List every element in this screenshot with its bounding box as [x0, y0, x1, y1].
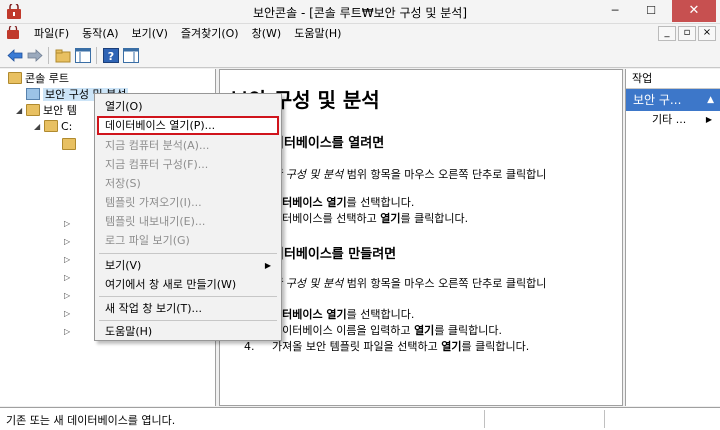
- actions-group-security[interactable]: 보안 구... ▲: [626, 89, 720, 111]
- ctx-open[interactable]: 열기(O): [97, 97, 279, 116]
- ctx-new-taskpad[interactable]: 새 작업 창 보기(T)...: [97, 299, 279, 318]
- create-step-3: 데이터베이스 이름을 입력하고 열기를 클릭합니다.: [272, 322, 502, 338]
- ctx-view-log[interactable]: 로그 파일 보기(G): [97, 231, 279, 250]
- forward-arrow-icon[interactable]: [26, 47, 44, 64]
- create-step-4-rest: 를 클릭합니다.: [461, 340, 530, 353]
- expand-chevron-icon[interactable]: ▷: [64, 288, 70, 304]
- create-step-1: 안 구성 및 분석 범위 항목을 마우스 오른쪽 단추로 클릭합니: [272, 275, 546, 291]
- svg-text:?: ?: [108, 50, 114, 63]
- folder-icon: [44, 120, 58, 132]
- template-folder-icon: [26, 104, 40, 116]
- create-step-4-bold: 열기: [441, 340, 462, 353]
- open-db-heading: 이터베이스를 열려면: [272, 136, 385, 151]
- status-text: 기존 또는 새 데이터베이스를 엽니다.: [6, 414, 176, 427]
- ctx-analyze-now[interactable]: 지금 컴퓨터 분석(A)...: [97, 136, 279, 155]
- submenu-arrow-icon: ▶: [705, 115, 712, 124]
- show-hide-tree-icon[interactable]: [74, 47, 92, 64]
- ctx-save[interactable]: 저장(S): [97, 174, 279, 193]
- collapse-chevron-icon[interactable]: ◢: [16, 103, 22, 119]
- expand-chevron-icon[interactable]: ▷: [64, 324, 70, 340]
- create-step-2-text: 를 선택합니다.: [346, 308, 415, 321]
- collapse-chevron-icon[interactable]: ◢: [34, 119, 40, 135]
- tree-item-security-templates[interactable]: 보안 템: [26, 103, 77, 119]
- actions-item-label: 기타 ...: [652, 113, 687, 126]
- expand-chevron-icon[interactable]: ▷: [64, 234, 70, 250]
- actions-header: 작업: [626, 69, 720, 89]
- open-step-1: 안 구성 및 분석 범위 항목을 마우스 오른쪽 단추로 클릭합니: [272, 166, 546, 182]
- create-step-1-text: 범위 항목을 마우스 오른쪽 단추로 클릭합니: [343, 277, 547, 290]
- close-button[interactable]: ✕: [672, 0, 716, 22]
- create-step-4-num: 4.: [244, 340, 255, 353]
- ctx-configure-now[interactable]: 지금 컴퓨터 구성(F)...: [97, 155, 279, 174]
- status-separator: [604, 410, 605, 428]
- help-icon[interactable]: ?: [102, 47, 120, 64]
- expand-chevron-icon[interactable]: ▷: [64, 270, 70, 286]
- create-step-3-bold: 열기: [414, 324, 435, 337]
- create-step-3-rest: 를 클릭합니다.: [434, 324, 503, 337]
- create-step-2: 이터베이스 열기를 선택합니다.: [272, 306, 414, 322]
- collapse-up-icon[interactable]: ▲: [707, 89, 714, 111]
- actions-pane: 작업 보안 구... ▲ 기타 ... ▶: [625, 69, 720, 406]
- toolbar: ?: [0, 43, 720, 68]
- folder-icon: [62, 138, 76, 150]
- child-close-button[interactable]: ×: [698, 26, 716, 41]
- status-bar: 기존 또는 새 데이터베이스를 엽니다.: [0, 407, 720, 430]
- minimize-button[interactable]: ─: [600, 0, 630, 22]
- tree-item-templates-path[interactable]: C:: [44, 119, 72, 135]
- menu-bar: 파일(F) 동작(A) 보기(V) 즐겨찾기(O) 창(W) 도움말(H) _ …: [0, 24, 720, 43]
- ctx-view[interactable]: 보기(V) ▶: [97, 256, 279, 275]
- status-separator: [484, 410, 485, 428]
- open-step-1-text: 범위 항목을 마우스 오른쪽 단추로 클릭합니: [343, 168, 547, 181]
- maximize-button[interactable]: ☐: [636, 0, 666, 22]
- ctx-separator: [99, 320, 277, 321]
- menu-file[interactable]: 파일(F): [28, 26, 76, 41]
- tree-item-console-root[interactable]: 콘솔 루트: [8, 71, 69, 87]
- child-restore-button[interactable]: ▫: [678, 26, 696, 41]
- toolbar-separator: [96, 47, 97, 64]
- create-step-4-text: 가져올 보안 템플릿 파일을 선택하고: [271, 340, 442, 353]
- expand-chevron-icon[interactable]: ▷: [64, 216, 70, 232]
- back-arrow-icon[interactable]: [6, 47, 24, 64]
- ctx-view-label: 보기(V): [105, 259, 142, 272]
- ctx-export-template[interactable]: 템플릿 내보내기(E)...: [97, 212, 279, 231]
- create-step-4: 4. 가져올 보안 템플릿 파일을 선택하고 열기를 클릭합니다.: [244, 338, 529, 354]
- ctx-import-template[interactable]: 템플릿 가져오기(I)...: [97, 193, 279, 212]
- ctx-separator: [99, 253, 277, 254]
- menu-favorites[interactable]: 즐겨찾기(O): [175, 26, 246, 41]
- create-step-1-italic: 안 구성 및 분석: [272, 277, 344, 290]
- actions-group-label: 보안 구...: [633, 93, 682, 107]
- expand-chevron-icon[interactable]: ▷: [64, 306, 70, 322]
- action-pane-icon[interactable]: [122, 47, 140, 64]
- actions-item-more[interactable]: 기타 ... ▶: [626, 111, 720, 129]
- ctx-separator: [99, 296, 277, 297]
- open-step-1-italic: 안 구성 및 분석: [272, 168, 344, 181]
- ctx-open-database[interactable]: 데이터베이스 열기(P)...: [97, 116, 279, 135]
- create-db-heading: 이터베이스를 만들려면: [272, 247, 397, 262]
- open-step-3-bold: 열기: [380, 212, 401, 225]
- open-step-3: 이터베이스를 선택하고 열기를 클릭합니다.: [272, 210, 468, 226]
- open-step-2-text: 를 선택합니다.: [346, 196, 415, 209]
- menu-window[interactable]: 창(W): [246, 26, 289, 41]
- create-step-2-bold: 이터베이스 열기: [272, 308, 347, 321]
- menu-help[interactable]: 도움말(H): [288, 26, 348, 41]
- open-step-3-text: 이터베이스를 선택하고: [272, 212, 381, 225]
- submenu-arrow-icon: ▶: [264, 261, 271, 270]
- toolbar-separator: [48, 47, 49, 64]
- menu-view[interactable]: 보기(V): [126, 26, 175, 41]
- open-step-2-bold: 이터베이스 열기: [272, 196, 347, 209]
- folder-icon: [8, 72, 22, 84]
- console-doc-icon: [7, 26, 19, 39]
- expand-chevron-icon[interactable]: ▷: [64, 252, 70, 268]
- context-menu: 열기(O) 데이터베이스 열기(P)... 지금 컴퓨터 분석(A)... 지금…: [94, 93, 282, 341]
- open-step-3-rest: 를 클릭합니다.: [400, 212, 469, 225]
- create-step-3-text: 데이터베이스 이름을 입력하고: [272, 324, 415, 337]
- ctx-new-window[interactable]: 여기에서 창 새로 만들기(W): [97, 275, 279, 294]
- menu-action[interactable]: 동작(A): [76, 26, 125, 41]
- title-bar: 보안콘솔 - [콘솔 루트₩보안 구성 및 분석] ─ ☐ ✕: [0, 0, 720, 24]
- up-folder-icon[interactable]: [54, 47, 72, 64]
- child-minimize-button[interactable]: _: [658, 26, 676, 41]
- ctx-help[interactable]: 도움말(H): [97, 322, 279, 341]
- open-step-2: 이터베이스 열기를 선택합니다.: [272, 194, 414, 210]
- security-config-icon: [26, 88, 40, 100]
